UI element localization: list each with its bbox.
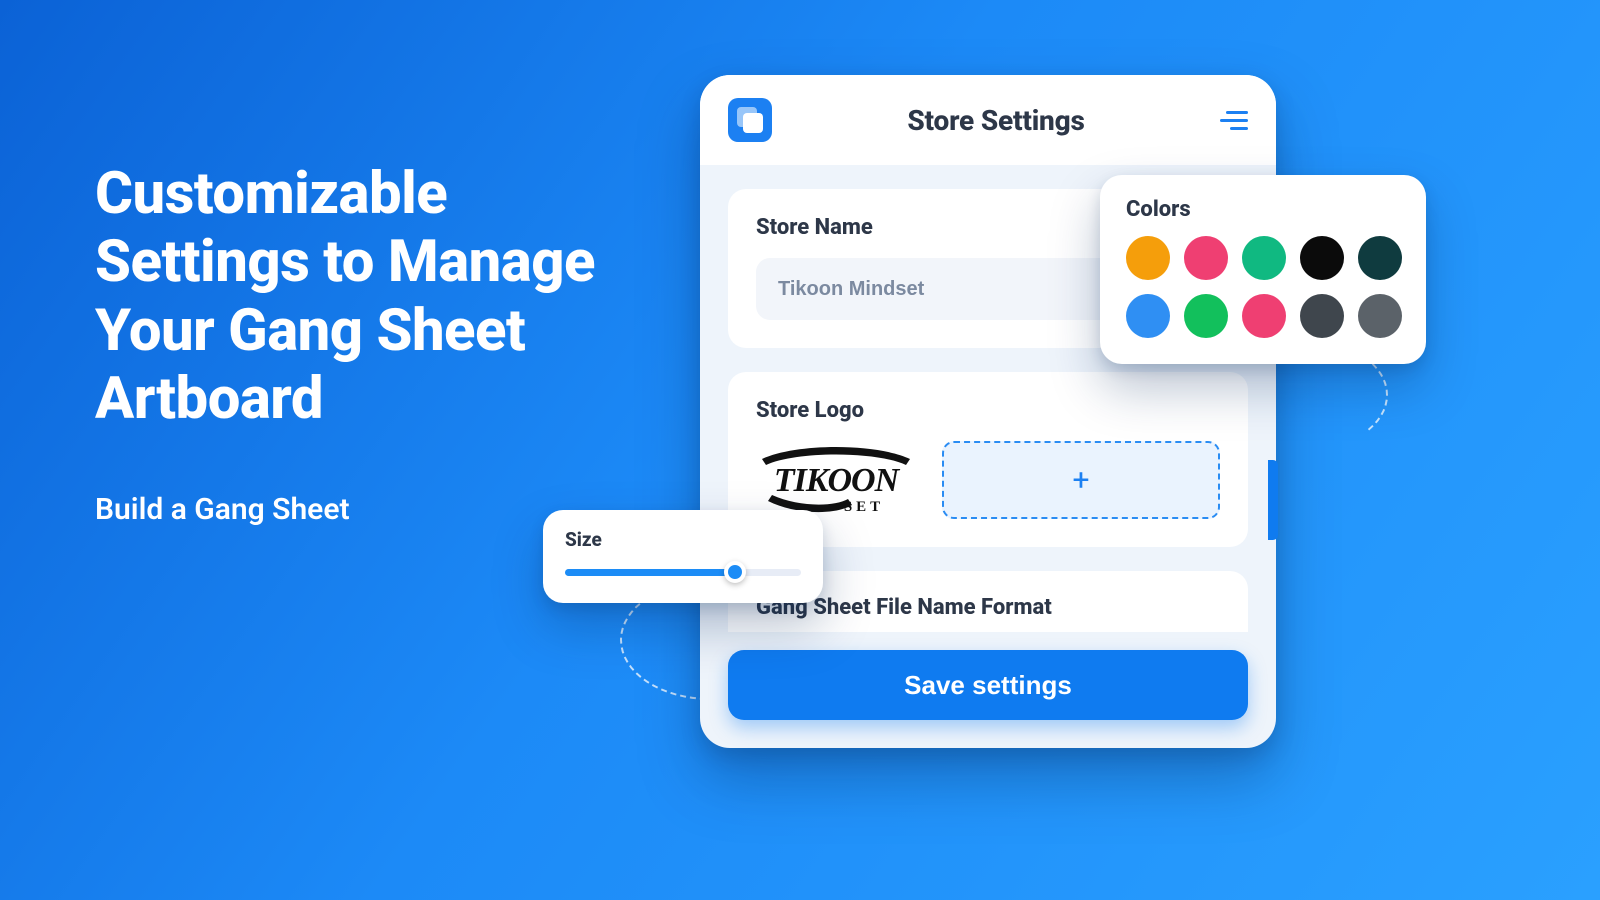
svg-text:SET: SET (844, 499, 884, 515)
size-title: Size (565, 528, 801, 551)
color-swatch[interactable] (1184, 236, 1228, 280)
accent-strip (1268, 460, 1278, 540)
color-swatch[interactable] (1242, 294, 1286, 338)
upload-logo-button[interactable]: + (942, 441, 1220, 519)
hero-title: Customizable Settings to Manage Your Gan… (95, 160, 655, 434)
svg-text:TIKOON: TIKOON (774, 462, 901, 499)
slider-thumb[interactable] (724, 561, 746, 583)
color-swatch[interactable] (1184, 294, 1228, 338)
card-title: Store Settings (772, 104, 1220, 137)
app-logo-icon (728, 98, 772, 142)
slider-fill (565, 569, 735, 576)
save-button[interactable]: Save settings (728, 650, 1248, 720)
color-swatch-grid (1126, 236, 1400, 338)
size-slider[interactable] (565, 565, 801, 579)
colors-title: Colors (1126, 197, 1400, 222)
store-logo-label: Store Logo (756, 398, 1220, 423)
filename-format-label: Gang Sheet File Name Format (756, 595, 1220, 620)
card-header: Store Settings (700, 75, 1276, 165)
size-popover: Size (543, 510, 823, 603)
color-swatch[interactable] (1126, 294, 1170, 338)
plus-icon: + (1072, 463, 1089, 498)
menu-icon[interactable] (1220, 109, 1248, 131)
color-swatch[interactable] (1242, 236, 1286, 280)
store-logo-preview: TIKOON SET (756, 441, 916, 519)
color-swatch[interactable] (1300, 294, 1344, 338)
color-swatch[interactable] (1358, 236, 1402, 280)
color-swatch[interactable] (1300, 236, 1344, 280)
color-swatch[interactable] (1126, 236, 1170, 280)
colors-popover: Colors (1100, 175, 1426, 364)
hero: Customizable Settings to Manage Your Gan… (95, 160, 655, 527)
color-swatch[interactable] (1358, 294, 1402, 338)
